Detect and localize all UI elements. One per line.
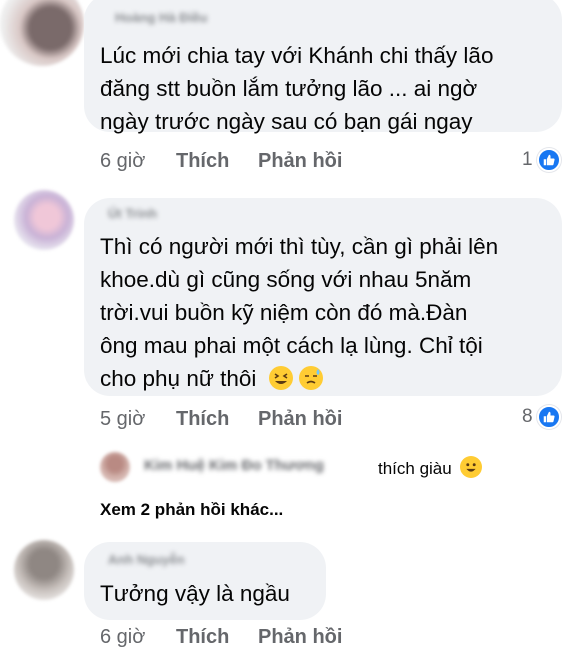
- comment-text-line: trời.vui buồn kỹ niệm còn đó mà.Đàn: [100, 300, 468, 325]
- reaction-summary[interactable]: 1: [522, 148, 561, 172]
- reply-text: thích giàu: [378, 459, 452, 478]
- comment-author[interactable]: Anh Nguyễn: [108, 552, 185, 567]
- reply-button[interactable]: Phản hồi: [258, 408, 342, 431]
- reply-button[interactable]: Phản hồi: [258, 626, 342, 649]
- comment-text-line: cho phụ nữ thôi: [100, 366, 257, 391]
- like-button[interactable]: Thích: [176, 150, 229, 173]
- reply-text-row: thích giàu: [378, 456, 483, 479]
- comment-text-last-line: cho phụ nữ thôi: [100, 362, 323, 395]
- comment-text-line: đăng stt buồn lắm tưởng lão ... ai ngờ: [100, 76, 478, 101]
- reaction-count: 8: [522, 406, 533, 427]
- avatar[interactable]: [0, 0, 84, 66]
- comment-actions: 5 giờ Thích Phản hồi: [0, 408, 580, 436]
- comment-time: 6 giờ: [100, 150, 146, 172]
- comment-actions: 6 giờ Thích Phản hồi: [0, 626, 580, 654]
- like-button[interactable]: Thích: [176, 626, 229, 649]
- comment-time: 5 giờ: [100, 408, 146, 430]
- comment-time: 6 giờ: [100, 626, 146, 648]
- comment-text-line: ngày trước ngày sau có bạn gái ngay: [100, 109, 473, 134]
- comment-author[interactable]: Út Trinh: [108, 206, 157, 221]
- comment-author[interactable]: Hoàng Hà Điều: [115, 10, 207, 25]
- comment-actions: 6 giờ Thích Phản hồi: [0, 150, 580, 178]
- comment-text-line: khoe.dù gì cũng sống với nhau 5năm: [100, 267, 472, 292]
- like-icon: [536, 405, 561, 429]
- like-icon: [536, 148, 561, 172]
- smile-emoji: [460, 456, 483, 478]
- comment-text-line: ông mau phai một cách lạ lùng. Chỉ tội: [100, 333, 483, 358]
- comment-text-line: Lúc mới chia tay với Khánh chi thấy lão: [100, 43, 494, 68]
- view-more-replies-link[interactable]: Xem 2 phản hồi khác...: [100, 500, 283, 520]
- avatar[interactable]: [100, 452, 130, 482]
- reply-author[interactable]: Kim Huệ Kim Đo Thương: [144, 457, 324, 474]
- avatar[interactable]: [14, 190, 74, 250]
- avatar[interactable]: [14, 540, 74, 600]
- comment-text-line: Tưởng vậy là ngầu: [100, 581, 290, 606]
- grinning-squint-emoji: [268, 366, 293, 390]
- reaction-count: 1: [522, 149, 533, 170]
- sweat-emoji: [298, 366, 323, 390]
- reply-button[interactable]: Phản hồi: [258, 150, 342, 173]
- like-button[interactable]: Thích: [176, 408, 229, 431]
- comment-text-line: Thì có người mới thì tùy, cần gì phải lê…: [100, 234, 499, 259]
- reaction-summary[interactable]: 8: [522, 405, 561, 429]
